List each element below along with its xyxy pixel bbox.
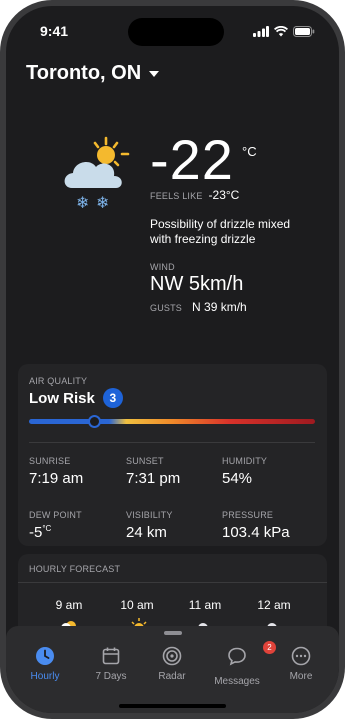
gusts-label: GUSTS	[150, 303, 183, 313]
tab-messages[interactable]: 2 Messages	[204, 641, 276, 687]
metric-sunrise: SUNRISE 7:19 am	[29, 456, 83, 487]
air-quality-index-badge: 3	[102, 388, 123, 408]
hourly-forecast-title: HOURLY FORECAST	[29, 564, 121, 574]
tab-radar[interactable]: Radar	[139, 646, 205, 682]
air-quality-row: Low Risk 3	[29, 388, 123, 408]
wind-label: WIND	[150, 262, 175, 272]
metric-humidity: HUMIDITY 54%	[222, 456, 267, 487]
tab-label: Messages	[214, 676, 260, 687]
divider	[18, 582, 327, 583]
metric-label: HUMIDITY	[222, 456, 268, 466]
hour-label: 10 am	[120, 598, 154, 612]
radar-icon	[162, 646, 182, 666]
gusts: GUSTS N 39 km/h	[150, 300, 247, 314]
divider	[29, 442, 315, 443]
air-quality-label: AIR QUALITY	[29, 376, 88, 386]
status-icons	[253, 26, 315, 37]
message-icon-wrapper: 2	[227, 641, 276, 671]
svg-text:❄: ❄	[96, 193, 109, 212]
metric-value: 7:31 pm	[126, 470, 181, 487]
feels-like-value: -23°C	[208, 188, 240, 202]
battery-icon	[293, 26, 315, 37]
weather-description: Possibility of drizzle mixed with freezi…	[150, 217, 291, 246]
tab-7-days[interactable]: 7 Days	[78, 646, 144, 682]
dew-point-value: -5	[29, 524, 43, 541]
tab-hourly[interactable]: Hourly	[12, 646, 78, 682]
phone-frame: 9:41 Toronto, ON ❄ ❄ -22 °C FEELS LIKE -…	[0, 0, 345, 719]
dew-point-unit: °C	[42, 524, 52, 533]
tab-label: More	[289, 671, 313, 682]
tab-label: 7 Days	[95, 671, 127, 682]
svg-text:❄: ❄	[76, 193, 89, 212]
metric-label: PRESSURE	[222, 510, 274, 520]
home-indicator	[119, 704, 226, 708]
sheet-grabber[interactable]	[164, 631, 182, 635]
metric-value: 7:19 am	[29, 470, 84, 487]
message-icon	[228, 647, 246, 666]
metric-label: SUNSET	[126, 456, 164, 466]
clock-icon	[36, 647, 54, 665]
metric-visibility: VISIBILITY 24 km	[126, 510, 173, 541]
tab-more[interactable]: More	[268, 646, 334, 682]
metric-sunset: SUNSET 7:31 pm	[126, 456, 180, 487]
screen: 9:41 Toronto, ON ❄ ❄ -22 °C FEELS LIKE -…	[6, 6, 339, 713]
location-selector[interactable]: Toronto, ON	[26, 62, 160, 85]
metric-label: DEW POINT	[29, 510, 82, 520]
hour-label: 11 am	[188, 598, 222, 612]
gusts-value: N 39 km/h	[192, 300, 247, 314]
tab-label: Radar	[158, 671, 186, 682]
current-temperature: -22	[150, 128, 234, 191]
wind-value: NW 5km/h	[150, 273, 244, 295]
hour-label: 9 am	[55, 598, 83, 612]
location-name: Toronto, ON	[26, 62, 142, 84]
conditions-card: AIR QUALITY Low Risk 3 SUNRISE 7:19 am S…	[18, 364, 327, 546]
metric-value: 24 km	[126, 524, 167, 541]
feels-like: FEELS LIKE -23°C	[150, 188, 239, 202]
metric-value: 54%	[222, 470, 253, 487]
status-bar: 9:41	[6, 6, 339, 54]
tab-bar: Hourly 7 Days Radar 2 Messages More	[6, 626, 339, 713]
status-time: 9:41	[40, 23, 69, 39]
feels-like-label: FEELS LIKE	[150, 191, 203, 201]
more-icon	[291, 646, 311, 666]
air-quality-risk: Low Risk	[29, 389, 95, 407]
metric-label: VISIBILITY	[126, 510, 173, 520]
metric-value: -5°C	[29, 524, 82, 541]
dynamic-island	[128, 18, 224, 46]
calendar-icon	[102, 647, 120, 665]
signal-icon	[253, 26, 269, 37]
sun-cloud-snow-icon: ❄ ❄	[64, 136, 130, 212]
chevron-down-icon	[149, 70, 160, 77]
tab-label: Hourly	[30, 671, 60, 682]
metric-value: 103.4 kPa	[222, 524, 290, 541]
hour-label: 12 am	[257, 598, 291, 612]
temperature-unit: °C	[242, 144, 257, 159]
wifi-icon	[274, 26, 288, 37]
metric-pressure: PRESSURE 103.4 kPa	[222, 510, 290, 541]
air-quality-indicator	[88, 415, 102, 428]
metric-dew-point: DEW POINT -5°C	[29, 510, 82, 541]
air-quality-scale	[29, 415, 315, 428]
metric-label: SUNRISE	[29, 456, 71, 466]
